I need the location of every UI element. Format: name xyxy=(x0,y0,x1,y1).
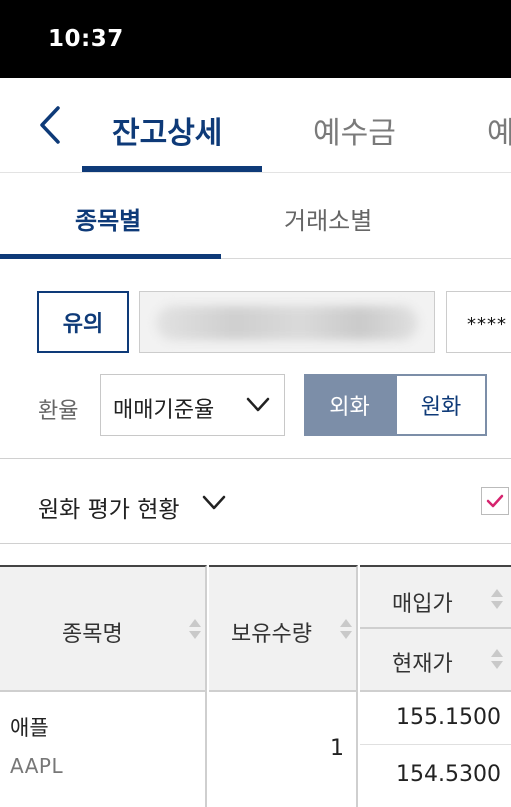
column-header-label: 매입가 xyxy=(392,592,453,617)
column-header-label: 보유수량 xyxy=(231,622,312,647)
checkmark-icon xyxy=(486,494,504,508)
table-row-current-price-cell[interactable]: 154.5300 xyxy=(360,745,511,807)
tab-balance-detail[interactable]: 잔고상세 xyxy=(112,108,222,152)
column-header-label: 종목명 xyxy=(62,622,123,647)
password-field[interactable]: **** xyxy=(446,291,511,353)
chevron-down-icon[interactable] xyxy=(202,494,226,512)
sort-icon xyxy=(340,619,352,639)
tab-deposit-more[interactable]: 예수 xyxy=(487,108,511,152)
table-row-buy-price-cell[interactable]: 155.1500 xyxy=(360,692,511,745)
redacted-account-number xyxy=(156,306,418,340)
column-header-current-price[interactable]: 현재가 xyxy=(360,629,511,692)
quantity-value: 1 xyxy=(330,736,344,761)
status-bar: 10:37 xyxy=(0,0,511,78)
sort-icon xyxy=(189,619,201,639)
subtab-by-exchange[interactable]: 거래소별 xyxy=(284,201,372,236)
summary-toggle-label[interactable]: 원화 평가 현황 xyxy=(38,490,180,524)
exchange-rate-label: 환율 xyxy=(38,399,79,424)
table-row-quantity-cell[interactable]: 1 xyxy=(209,692,358,807)
column-header-buy-price[interactable]: 매입가 xyxy=(360,565,511,629)
current-price-value: 154.5300 xyxy=(396,762,501,787)
exchange-rate-select[interactable]: 매매기준율 xyxy=(100,374,285,436)
active-tab-indicator xyxy=(82,166,262,172)
account-number-field[interactable] xyxy=(139,291,435,353)
divider xyxy=(0,543,511,544)
column-header-name[interactable]: 종목명 xyxy=(0,565,207,692)
chevron-down-icon xyxy=(246,397,270,412)
stock-ticker: AAPL xyxy=(10,754,64,778)
toggle-foreign-currency[interactable]: 외화 xyxy=(304,374,395,436)
tab-deposit[interactable]: 예수금 xyxy=(313,108,396,152)
sort-icon xyxy=(491,649,503,669)
exchange-rate-value: 매매기준율 xyxy=(113,398,215,423)
column-header-label: 현재가 xyxy=(392,652,453,677)
active-subtab-indicator xyxy=(0,254,221,259)
column-header-quantity[interactable]: 보유수량 xyxy=(209,565,358,692)
status-time: 10:37 xyxy=(48,26,124,52)
subtab-by-stock[interactable]: 종목별 xyxy=(75,201,141,236)
stock-name: 애플 xyxy=(10,716,49,740)
sub-tabs: 종목별 거래소별 xyxy=(0,173,511,259)
divider xyxy=(0,458,511,459)
chevron-left-icon xyxy=(40,106,60,144)
sort-icon xyxy=(491,589,503,609)
holdings-table: 종목명 보유수량 매입가 현재가 애플 AAPL 1 155.1500 154.… xyxy=(0,565,511,807)
notice-button[interactable]: 유의 xyxy=(37,291,129,353)
toggle-won-currency[interactable]: 원화 xyxy=(395,374,487,436)
back-button[interactable] xyxy=(30,102,76,148)
buy-price-value: 155.1500 xyxy=(396,705,501,730)
table-row-name-cell[interactable]: 애플 AAPL xyxy=(0,692,207,807)
summary-checkbox[interactable] xyxy=(481,487,509,515)
top-nav: 잔고상세 예수금 예수 xyxy=(0,78,511,173)
